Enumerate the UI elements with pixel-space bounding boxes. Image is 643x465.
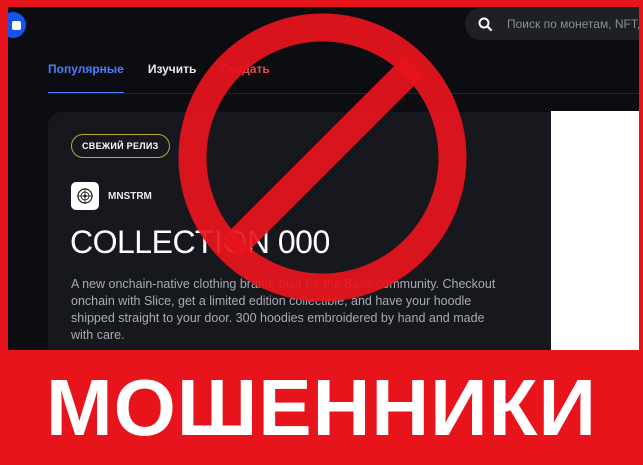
brand-name: MNSTRM — [108, 190, 152, 202]
brand-logo-icon — [71, 182, 99, 210]
tab-explore[interactable]: Изучить — [148, 62, 197, 94]
top-bar: Поиск по монетам, NFT, и — [8, 7, 639, 49]
tabs-divider — [48, 93, 639, 94]
search-input[interactable]: Поиск по монетам, NFT, и — [465, 8, 639, 40]
side-image-panel — [551, 111, 639, 350]
app-screenshot: Поиск по монетам, NFT, и Популярные Изуч… — [8, 7, 639, 350]
scammers-caption: МОШЕННИКИ — [46, 362, 597, 452]
tab-create[interactable]: Создать — [220, 62, 269, 94]
app-logo[interactable] — [8, 12, 26, 38]
collection-title: COLLECTION 000 — [70, 224, 330, 260]
fresh-release-badge: СВЕЖИЙ РЕЛИЗ — [71, 134, 170, 158]
search-icon — [478, 17, 493, 32]
tab-popular[interactable]: Популярные — [48, 62, 124, 94]
tab-bar: Популярные Изучить Создать — [48, 62, 270, 94]
collection-description: A new onchain-native clothing brand, bui… — [71, 277, 496, 342]
featured-release-card[interactable]: СВЕЖИЙ РЕЛИЗ MNSTRM COLLECTION 000 A new… — [48, 112, 563, 350]
brand-row[interactable]: MNSTRM — [71, 182, 152, 210]
search-placeholder: Поиск по монетам, NFT, и — [507, 17, 639, 31]
